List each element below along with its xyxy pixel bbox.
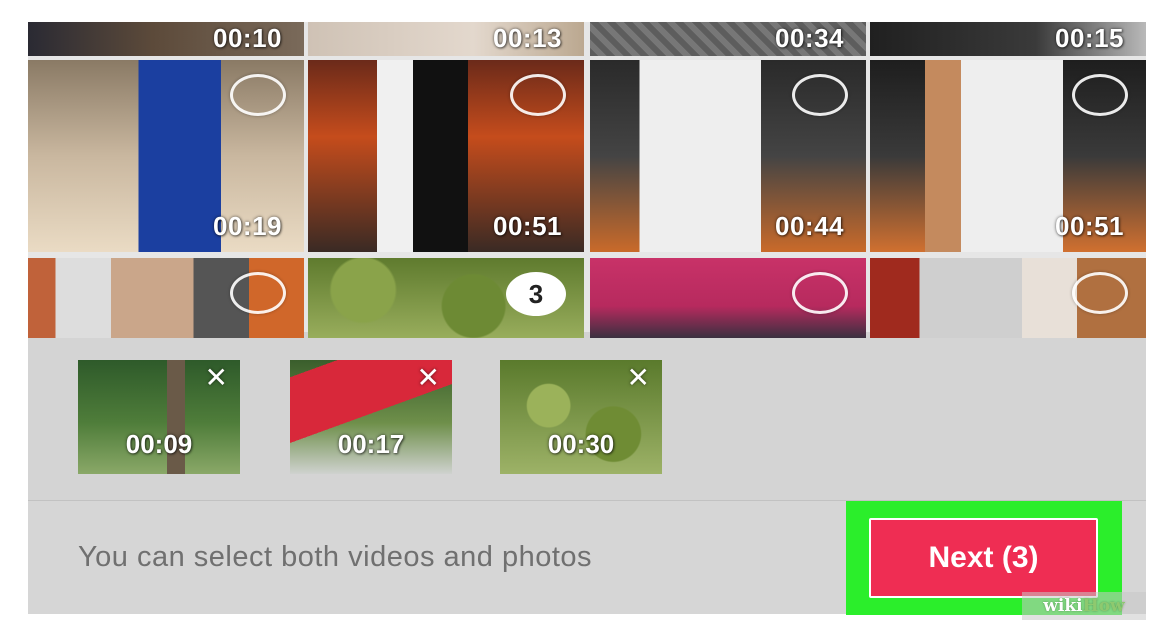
select-circle[interactable] [792,272,848,314]
media-tile[interactable]: 00:51 [870,60,1146,252]
select-circle[interactable] [510,74,566,116]
close-icon[interactable]: ✕ [627,364,650,392]
wikihow-watermark: wiki How [1022,592,1146,620]
media-gallery-grid: 00:10 00:13 00:34 00:15 00:19 00:51 00:4… [28,22,1146,338]
video-duration: 00:13 [493,23,562,53]
media-tile[interactable]: 00:34 [590,22,866,56]
video-duration: 00:15 [1055,23,1124,53]
media-tile-selected[interactable]: 3 [308,258,584,338]
select-circle[interactable] [1072,74,1128,116]
close-icon[interactable]: ✕ [417,364,440,392]
select-circle[interactable] [230,74,286,116]
watermark-wiki: wiki [1043,596,1083,616]
watermark-how: How [1082,596,1125,616]
video-duration: 00:51 [493,211,562,241]
selected-clip[interactable]: ✕ 00:17 [290,360,452,474]
media-tile[interactable] [28,258,304,338]
clip-duration: 00:30 [547,429,615,459]
video-duration: 00:19 [213,211,282,241]
select-circle[interactable] [1072,272,1128,314]
select-circle[interactable] [792,74,848,116]
selection-order-badge[interactable]: 3 [506,272,566,316]
media-tile[interactable] [870,258,1146,338]
next-button[interactable]: Next (3) [869,518,1098,598]
media-tile[interactable] [590,258,866,338]
video-duration: 00:44 [775,211,844,241]
selection-hint-text: You can select both videos and photos [78,541,593,573]
media-tile[interactable]: 00:15 [870,22,1146,56]
clip-duration: 00:17 [337,429,405,459]
video-duration: 00:10 [213,23,282,53]
media-tile[interactable]: 00:10 [28,22,304,56]
clip-duration: 00:09 [125,429,193,459]
media-tile[interactable]: 00:13 [308,22,584,56]
video-duration: 00:51 [1055,211,1124,241]
close-icon[interactable]: ✕ [205,364,228,392]
media-tile[interactable]: 00:19 [28,60,304,252]
selected-clips-tray: ✕ 00:09 ✕ 00:17 ✕ 00:30 [28,338,1146,500]
selected-clip[interactable]: ✕ 00:30 [500,360,662,474]
media-tile[interactable]: 00:44 [590,60,866,252]
select-circle[interactable] [230,272,286,314]
video-duration: 00:34 [775,23,844,53]
media-tile[interactable]: 00:51 [308,60,584,252]
selected-clip[interactable]: ✕ 00:09 [78,360,240,474]
